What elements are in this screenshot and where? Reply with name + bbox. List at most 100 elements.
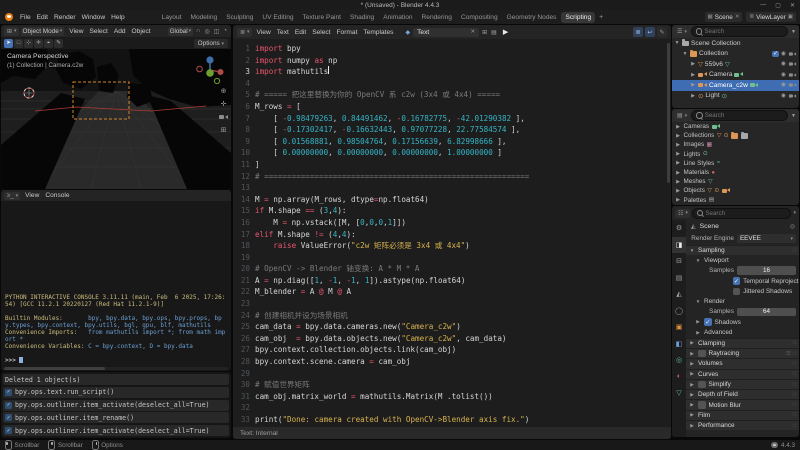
editor-menu-edit[interactable]: Edit [292, 29, 309, 36]
shading-mode-icon[interactable]: ◔ [222, 28, 228, 34]
disable-render-icon[interactable] [788, 82, 796, 88]
properties-search-input[interactable] [705, 209, 787, 217]
overlays-icon[interactable]: ◫ [213, 28, 221, 35]
topbar-menu-render[interactable]: Render [51, 14, 79, 21]
properties-editor-type-button[interactable]: ☷ ▾ [675, 208, 690, 218]
properties-tab-tool[interactable]: ⚙ [672, 220, 686, 237]
expand-icon[interactable]: ▶ [690, 82, 696, 88]
editor-menu-format[interactable]: Format [334, 29, 361, 36]
gizmo-z-axis[interactable] [206, 56, 214, 64]
log-row[interactable]: ✓ bpy.ops.outliner.item_activate(deselect… [3, 399, 229, 411]
expand-icon[interactable]: ▶ [690, 61, 696, 67]
editor-menu-select[interactable]: Select [309, 29, 333, 36]
expand-icon[interactable]: ▶ [689, 361, 695, 367]
tool-select-box-button[interactable]: □ [14, 38, 23, 48]
panel-motion-blur[interactable]: ▶ Motion Blur ∷ [686, 399, 799, 410]
expand-icon[interactable]: ▶ [675, 133, 681, 139]
subpanel-shadows[interactable]: ▶ ✓ Shadows [686, 317, 799, 327]
tab-scripting[interactable]: Scripting [561, 11, 596, 23]
datablock-category-collections[interactable]: ▶ Collections ▽ ⊙ [672, 131, 799, 140]
properties-tab-constraints[interactable]: ◐ [672, 369, 686, 386]
datablock-category-objects[interactable]: ▶ Objects ▽ ⊙ [672, 186, 799, 195]
checkbox-unchecked[interactable] [732, 287, 741, 296]
tab-shading[interactable]: Shading [346, 12, 378, 23]
expand-icon[interactable]: ▶ [695, 319, 701, 325]
maximize-button[interactable]: ▢ [775, 2, 781, 9]
outliner[interactable]: ☰▾ ▼ ▼Scene Collection▼Collection✓◉▶▽559… [672, 25, 799, 108]
log-row[interactable]: ✓ bpy.ops.text.run_script() [3, 386, 229, 398]
syntax-highlight-toggle[interactable]: ✎ [657, 27, 667, 37]
datablock-category-lights[interactable]: ▶ Lights ⊙ [672, 150, 799, 159]
editor-menu-view[interactable]: View [254, 29, 274, 36]
checkbox-unchecked[interactable] [698, 349, 706, 358]
datablock-category-line-styles[interactable]: ▶ Line Styles ≈ [672, 159, 799, 168]
topbar-menu-help[interactable]: Help [108, 14, 128, 21]
log-row[interactable]: ✓ bpy.ops.outliner.item_rename() [3, 412, 229, 424]
expand-icon[interactable]: ▶ [675, 151, 681, 157]
editor-menu-templates[interactable]: Templates [360, 29, 396, 36]
checkbox-checked[interactable]: ✓ [732, 277, 741, 285]
text-editor-type-button[interactable]: ≣ ▾ [237, 27, 252, 37]
collapse-icon[interactable]: ▼ [674, 40, 680, 46]
scene-selector[interactable]: ▦ Scene ✕ [704, 12, 743, 22]
panel-raytracing[interactable]: ▶ Raytracing ☰ ∷ [686, 347, 799, 359]
expand-icon[interactable]: ▶ [689, 371, 695, 377]
properties-tab-physics[interactable]: ◎ [672, 352, 686, 369]
pan-icon[interactable]: ✛ [219, 100, 228, 108]
mode-selector[interactable]: Object Mode ▾ [20, 26, 65, 36]
properties-search[interactable] [691, 207, 792, 219]
filter-icon[interactable]: ▼ [790, 29, 797, 35]
unlink-text-icon[interactable]: ✕ [471, 29, 476, 35]
expand-icon[interactable]: ▶ [675, 188, 681, 194]
file-outliner-search-input[interactable] [704, 112, 784, 119]
ortho-grid-icon[interactable]: ⊞ [219, 126, 228, 134]
visibility-checkbox[interactable]: ✓ [772, 50, 779, 57]
gizmo-x-axis[interactable] [217, 69, 224, 75]
text-datablock-field[interactable]: Text ✕ [413, 27, 480, 37]
viewport-menu-select[interactable]: Select [86, 28, 110, 35]
panel-volumes[interactable]: ▶ Volumes ∷ [686, 358, 799, 369]
tab-compositing[interactable]: Compositing [457, 12, 502, 23]
pin-icon[interactable]: ◎ [790, 223, 795, 230]
topbar-menu-edit[interactable]: Edit [34, 14, 51, 21]
expand-icon[interactable]: ▶ [689, 340, 695, 346]
editor-scrollbar[interactable] [666, 43, 670, 183]
hide-eye-icon[interactable]: ◉ [781, 72, 786, 78]
expand-icon[interactable]: ▶ [689, 392, 695, 398]
viewport-menu-add[interactable]: Add [111, 28, 129, 35]
new-text-icon[interactable]: ⊞ [481, 29, 488, 36]
tab-geometry-nodes[interactable]: Geometry Nodes [503, 12, 561, 23]
properties-tab-view-layer[interactable]: ▤ [672, 270, 686, 287]
datablock-category-images[interactable]: ▶ Images ▦ [672, 140, 799, 149]
properties-editor[interactable]: ☷▾ ▾ ⚙◨⊟▤◭◯▣◧◎◐▽ ◭ Scene ◎ Render Engine… [672, 206, 799, 437]
expand-icon[interactable]: ▶ [690, 72, 696, 78]
file-outliner-display-mode[interactable]: ▤ ▾ [674, 111, 690, 120]
topbar-menu-window[interactable]: Window [79, 14, 108, 21]
tab-texture-paint[interactable]: Texture Paint [299, 12, 345, 23]
open-text-icon[interactable]: ▤ [490, 29, 498, 36]
log-row[interactable]: ✓ bpy.ops.outliner.item_activate(deselect… [3, 425, 229, 437]
collapse-icon[interactable]: ▼ [682, 51, 688, 57]
expand-icon[interactable]: ▶ [675, 160, 681, 166]
viewport-menu-view[interactable]: View [66, 28, 86, 35]
tab-uv-editing[interactable]: UV Editing [258, 12, 297, 23]
gizmo-y-axis[interactable] [206, 69, 214, 77]
disable-render-icon[interactable] [788, 93, 796, 99]
log-row[interactable]: !Deleted 1 object(s) [3, 374, 229, 385]
hide-eye-icon[interactable]: ◉ [781, 93, 786, 99]
close-button[interactable]: ✕ [790, 2, 795, 9]
expand-icon[interactable]: ▶ [689, 412, 695, 418]
outliner-search-input[interactable] [704, 28, 784, 35]
properties-tab-object[interactable]: ▣ [672, 319, 686, 336]
editor-type-button[interactable]: ⊞ ▾ [4, 26, 19, 36]
topbar-menu-file[interactable]: File [17, 14, 34, 21]
hide-eye-icon[interactable]: ◉ [781, 82, 786, 88]
unlink-scene-icon[interactable]: ✕ [735, 14, 740, 20]
checkbox-unchecked[interactable] [698, 380, 706, 389]
properties-tab-modifiers[interactable]: ◧ [672, 336, 686, 353]
panel-film[interactable]: ▶ Film ∷ [686, 409, 799, 421]
snap-magnet-icon[interactable]: ∩ [195, 28, 201, 34]
file-outliner-search[interactable] [691, 110, 789, 121]
tab-layout[interactable]: Layout [158, 12, 186, 23]
tool-cursor-3d-button[interactable]: ⊹ [24, 38, 33, 48]
